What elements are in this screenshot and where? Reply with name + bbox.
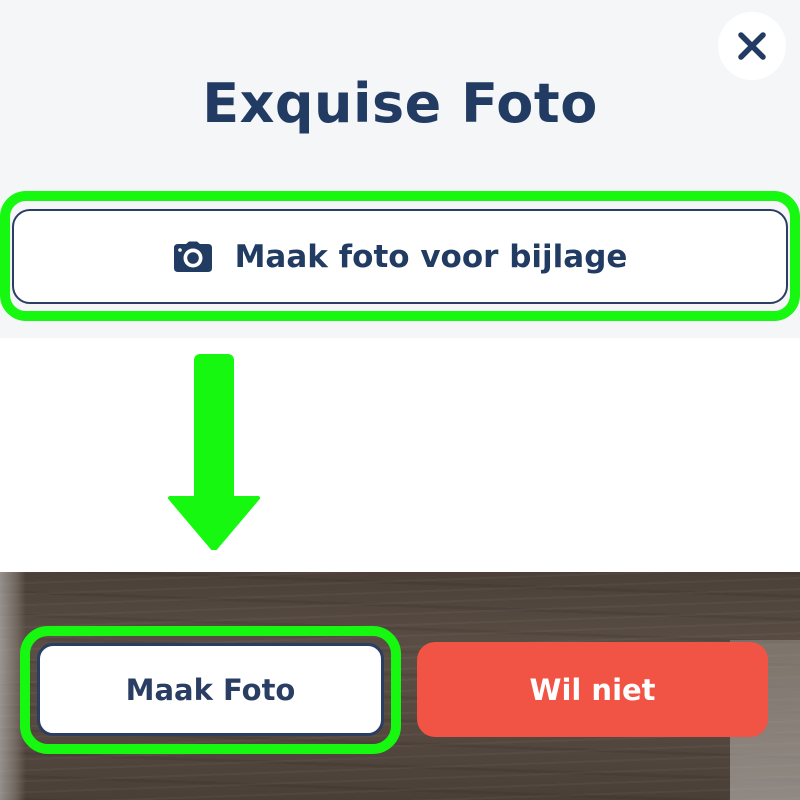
take-attachment-photo-button[interactable]: Maak foto voor bijlage [12, 209, 788, 304]
decline-button[interactable]: Wil niet [417, 642, 768, 737]
close-icon [738, 32, 766, 60]
arrow-down-icon [168, 354, 260, 550]
take-attachment-photo-label: Maak foto voor bijlage [234, 238, 628, 275]
dialog-title: Exquise Foto [202, 72, 598, 135]
take-photo-button[interactable]: Maak Foto [37, 643, 384, 736]
camera-icon [173, 241, 212, 272]
